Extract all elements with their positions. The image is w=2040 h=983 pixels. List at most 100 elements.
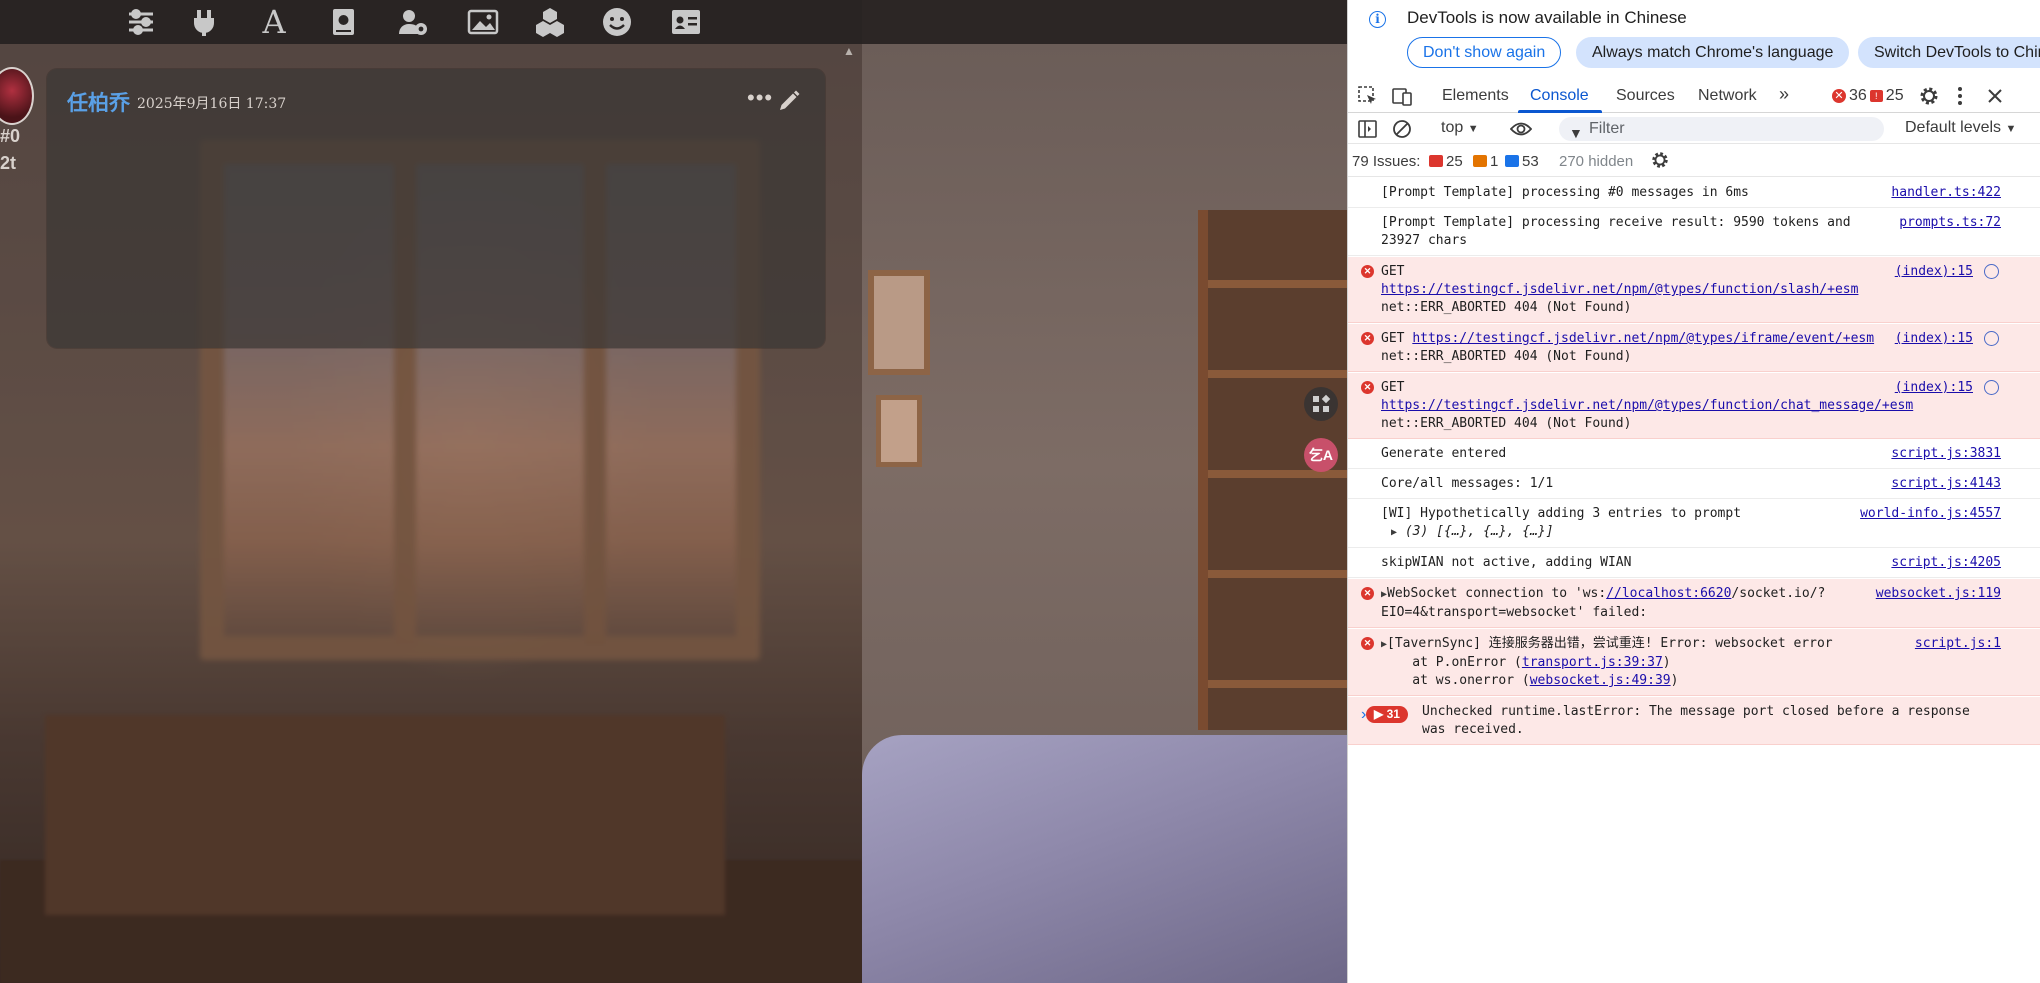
eye-icon[interactable] [1509,118,1533,140]
request-url-link[interactable]: https://testingcf.jsdelivr.net/npm/@type… [1412,331,1874,346]
console-error-row[interactable]: ▶ 31 Unchecked runtime.lastError: The me… [1348,697,2040,745]
devtools-panel: i DevTools is now available in Chinese D… [1347,0,2040,983]
book-icon[interactable] [325,4,361,40]
source-link[interactable]: script.js:1 [1915,635,2001,653]
id-card-icon[interactable] [668,4,704,40]
message-author[interactable]: 任柏乔 [67,87,130,117]
dont-show-again-button[interactable]: Don't show again [1407,37,1562,68]
source-link[interactable]: (index):15 [1895,330,1973,348]
console-row[interactable]: Core/all messages: 1/1 script.js:4143 [1348,469,2040,499]
log-text: GET [1381,331,1405,346]
clear-console-icon[interactable] [1391,118,1413,140]
log-levels-value: Default levels [1905,119,2002,136]
chat-app: A ▲ #0 2t 任柏乔 2025年9月16日 17:37 ••• 乞A [0,0,1347,983]
issue-warning-count: 1 [1490,153,1499,170]
sliders-icon[interactable] [123,4,159,40]
request-url-link[interactable]: https://testingcf.jsdelivr.net/npm/@type… [1381,281,1891,299]
issues-settings-icon[interactable] [1650,150,1670,170]
issue-info-count: 53 [1522,153,1539,170]
error-icon: ✕ [1361,381,1374,394]
plug-icon[interactable] [186,4,222,40]
error-icon: ✕ [1361,587,1374,600]
console-row[interactable]: [WI] Hypothetically adding 3 entries to … [1348,499,2040,548]
source-link[interactable]: (index):15 [1895,379,1973,397]
console-prompt-caret[interactable]: › [1361,706,1366,724]
inspect-element-icon[interactable] [1357,85,1379,107]
message-token-count: 2t [0,153,17,173]
context-value: top [1441,119,1464,136]
network-globe-icon[interactable] [1984,264,1999,279]
stack-frame-link[interactable]: transport.js:39:37 [1522,655,1663,670]
cubes-icon[interactable] [532,4,568,40]
device-toolbar-icon[interactable] [1392,85,1414,107]
log-text: [TavernSync] 连接服务器出错，尝试重连! Error: websoc… [1387,636,1833,651]
context-selector[interactable]: top ▼ [1441,119,1479,137]
log-object-preview[interactable]: (3) [{…}, {…}, {…}] [1405,524,1554,539]
network-globe-icon[interactable] [1984,380,1999,395]
console-row[interactable]: [Prompt Template] processing receive res… [1348,208,2040,256]
console-error-row[interactable]: ✕ GET https://testingcf.jsdelivr.net/npm… [1348,324,2040,372]
stack-frame-text: at P.onError ( [1381,655,1522,670]
qr-toggle-icon[interactable] [1304,387,1338,421]
tab-sources[interactable]: Sources [1616,87,1675,105]
font-icon[interactable]: A [256,3,292,41]
log-text: WebSocket connection to 'ws: [1387,586,1607,601]
background-picture-frame [868,270,930,375]
repeat-count-badge[interactable]: ▶ 31 [1366,706,1408,723]
more-options-icon[interactable]: ••• [747,85,773,111]
message-timestamp: 2025年9月16日 17:37 [137,96,287,112]
source-link[interactable]: script.js:3831 [1891,445,2001,463]
source-link[interactable]: prompts.ts:72 [1899,214,2001,232]
issue-warning-icon [1473,155,1487,167]
log-text: GET [1381,380,1405,395]
user-gear-icon[interactable] [395,4,431,40]
language-infobar: i DevTools is now available in Chinese D… [1348,0,2040,76]
always-match-language-button[interactable]: Always match Chrome's language [1576,37,1850,68]
console-row[interactable]: [Prompt Template] processing #0 messages… [1348,178,2040,208]
chat-message: 任柏乔 2025年9月16日 17:37 ••• [47,69,825,348]
stack-frame-link[interactable]: websocket.js:49:39 [1530,673,1671,688]
tab-network[interactable]: Network [1698,87,1757,105]
console-row[interactable]: skipWIAN not active, adding WIAN script.… [1348,548,2040,578]
console-error-row[interactable]: ✕ ▶[TavernSync] 连接服务器出错，尝试重连! Error: web… [1348,629,2040,696]
source-link[interactable]: script.js:4205 [1891,554,2001,572]
source-link[interactable]: websocket.js:119 [1876,585,2001,603]
tab-elements[interactable]: Elements [1442,87,1509,105]
console-row[interactable]: Generate entered script.js:3831 [1348,439,2040,469]
error-warning-counter[interactable]: ✕ 36 ! 25 [1832,87,1904,105]
log-levels-dropdown[interactable]: Default levels ▼ [1905,119,2016,137]
console-error-row[interactable]: ✕ GET https://testingcf.jsdelivr.net/npm… [1348,373,2040,439]
source-link[interactable]: script.js:4143 [1891,475,2001,493]
source-link[interactable]: (index):15 [1895,263,1973,281]
smile-icon[interactable] [599,4,635,40]
error-icon: ✕ [1361,265,1374,278]
log-text: [Prompt Template] processing receive res… [1381,215,1851,248]
tab-console[interactable]: Console [1530,87,1589,105]
filter-placeholder: Filter [1589,120,1625,137]
localhost-link[interactable]: //localhost:6620 [1606,586,1731,601]
source-link[interactable]: handler.ts:422 [1891,184,2001,202]
gear-icon[interactable] [1918,85,1940,107]
translate-icon[interactable]: 乞A [1304,438,1338,472]
pencil-icon[interactable] [777,89,801,113]
image-icon[interactable] [465,4,501,40]
switch-language-button[interactable]: Switch DevTools to Chin [1858,37,2040,68]
issues-bar[interactable]: 79 Issues: 25 1 53 270 hidden [1348,145,2040,177]
sidebar-toggle-icon[interactable] [1357,118,1379,140]
filter-icon: ▼ [1569,125,1583,141]
console-error-row[interactable]: ✕ GET https://testingcf.jsdelivr.net/npm… [1348,257,2040,323]
stack-frame-text: at ws.onerror ( [1381,673,1530,688]
source-link[interactable]: world-info.js:4557 [1860,505,2001,523]
close-icon[interactable] [1984,85,2006,107]
scroll-up-arrow[interactable]: ▲ [843,44,855,58]
console-error-row[interactable]: ✕ ▶WebSocket connection to 'ws://localho… [1348,579,2040,628]
kebab-menu-icon[interactable] [1949,85,1971,107]
network-globe-icon[interactable] [1984,331,1999,346]
log-text: net::ERR_ABORTED 404 (Not Found) [1381,349,1632,364]
more-tabs-icon[interactable]: » [1779,84,1789,105]
error-icon: ✕ [1832,89,1846,103]
filter-input[interactable]: ▼ Filter [1559,117,1884,141]
request-url-link[interactable]: https://testingcf.jsdelivr.net/npm/@type… [1381,397,1913,415]
expand-triangle-icon[interactable]: ▶ [1391,527,1397,538]
issues-hidden: 270 hidden [1559,153,1634,170]
